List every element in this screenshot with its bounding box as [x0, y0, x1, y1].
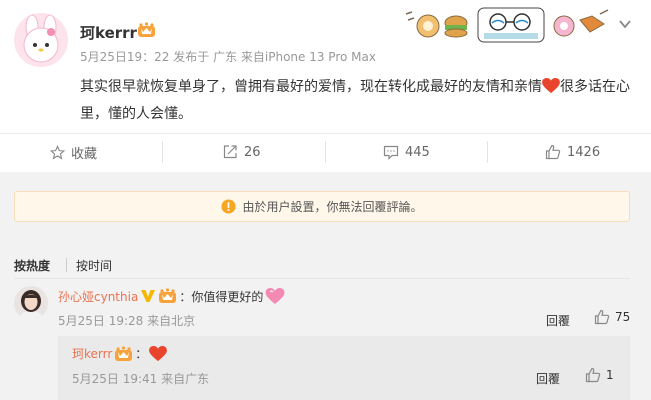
action-separator — [487, 141, 488, 163]
chevron-down-icon[interactable] — [617, 16, 633, 32]
post-card: 珂kerrr 5月25日19：22 发布于 广东 来自iPhone 13 Pro… — [0, 0, 651, 172]
like-button[interactable]: 1426 — [545, 141, 600, 163]
heart-icon — [149, 345, 168, 361]
thumb-up-icon — [594, 309, 610, 325]
header-decoration-icon — [405, 7, 609, 43]
star-icon — [50, 144, 65, 160]
vip-crown-icon — [159, 288, 177, 303]
share-button[interactable]: 26 — [222, 141, 261, 163]
author-name[interactable]: 珂kerrr — [80, 22, 137, 43]
replier-name[interactable]: 珂kerrr — [72, 345, 112, 362]
sort-by-time-tab[interactable]: 按时间 — [76, 257, 112, 274]
commenter-name[interactable]: 孙心娅cynthia — [58, 288, 138, 305]
verified-v-icon — [141, 290, 156, 302]
post-meta: 5月25日19：22 发布于 广东 来自iPhone 13 Pro Max — [80, 50, 376, 64]
sort-by-hot-tab[interactable]: 按热度 — [14, 257, 50, 274]
heart-icon — [542, 78, 560, 94]
sort-separator — [66, 258, 67, 272]
action-separator — [162, 141, 163, 163]
thumb-up-icon — [545, 144, 561, 160]
reply-line: 珂kerrr ： — [72, 345, 168, 362]
post-text: 其实很早就恢复单身了，曾拥有最好的爱情，现在转化成最好的友情和亲情 很多话在心里，… — [80, 78, 630, 122]
share-icon — [223, 145, 237, 159]
reply-time: 5月25日 19:41 来自广东 — [72, 372, 210, 386]
pink-heart-icon — [265, 287, 285, 304]
vip-crown-icon — [138, 22, 155, 37]
vip-crown-icon — [115, 345, 133, 361]
comment-like-button[interactable]: 75 — [594, 309, 630, 325]
divider — [0, 133, 651, 134]
action-separator — [325, 141, 326, 163]
reply-button[interactable]: 回覆 — [536, 370, 560, 387]
thumb-up-icon — [585, 367, 601, 383]
reply-button[interactable]: 回覆 — [546, 312, 570, 329]
author-avatar[interactable] — [14, 13, 68, 67]
comment-line: 孙心娅cynthia ：你值得更好的 — [58, 287, 285, 305]
reply-text: ： — [135, 347, 148, 361]
divider — [14, 278, 630, 279]
commenter-avatar[interactable] — [14, 286, 48, 320]
reply-like-button[interactable]: 1 — [585, 367, 614, 383]
comment-button[interactable]: 445 — [383, 141, 430, 163]
warning-icon — [221, 199, 237, 214]
comment-text: ：你值得更好的 — [179, 289, 264, 304]
favorite-button[interactable]: 收藏 — [50, 141, 97, 163]
comment-restriction-notice: 由於用户設置，你無法回覆評論。 — [14, 191, 630, 222]
comment-time: 5月25日 19:28 来自北京 — [58, 314, 196, 328]
comment-icon — [383, 145, 399, 160]
